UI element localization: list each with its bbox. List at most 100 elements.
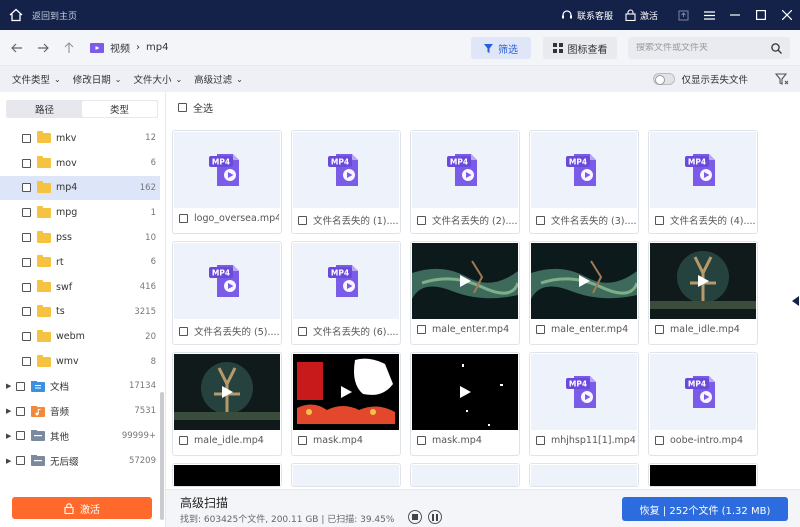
checkbox[interactable] (22, 158, 31, 168)
clear-filter-icon[interactable] (774, 71, 790, 87)
file-card[interactable]: MP4 文件名丢失的 (4).... (648, 130, 758, 234)
breadcrumb-current[interactable]: mp4 (146, 42, 168, 53)
breadcrumb-root[interactable]: 视频 (110, 40, 130, 55)
file-card[interactable]: mask.mp4 (410, 352, 520, 456)
file-checkbox[interactable] (298, 215, 307, 225)
maximize-icon[interactable] (748, 0, 774, 30)
file-checkbox[interactable] (536, 436, 545, 445)
file-card[interactable]: MP4 文件名丢失的 (3).... (529, 130, 639, 234)
file-checkbox[interactable] (417, 215, 426, 225)
file-card[interactable]: MP4 文件名丢失的 (2).... (410, 130, 520, 234)
search-input[interactable] (636, 43, 766, 53)
expand-triangle-icon[interactable]: ▶ (6, 457, 14, 465)
minimize-icon[interactable] (722, 0, 748, 30)
activate-top-button[interactable]: 激活 (625, 9, 658, 22)
tree-item-swf[interactable]: swf 416 (0, 275, 160, 300)
file-card[interactable]: MP4 oobe-intro.mp4 (648, 352, 758, 456)
back-arrow-icon[interactable] (4, 30, 30, 66)
activate-button[interactable]: 激活 (12, 497, 152, 519)
tree-group-other[interactable]: ▶ 其他 99999+ (0, 424, 160, 449)
checkbox[interactable] (16, 456, 25, 466)
file-card[interactable]: MP4 文件名丢失的 (6).... (291, 241, 401, 345)
file-card[interactable]: male_enter.mp4 (529, 241, 639, 345)
expand-triangle-icon[interactable]: ▶ (6, 382, 14, 390)
up-arrow-icon[interactable] (56, 30, 82, 66)
file-checkbox[interactable] (536, 215, 545, 225)
file-card[interactable] (291, 463, 401, 487)
tab-type[interactable]: 类型 (82, 101, 157, 117)
tree-item-mov[interactable]: mov 6 (0, 151, 160, 176)
tree-item-rt[interactable]: rt 6 (0, 250, 160, 275)
file-checkbox[interactable] (298, 436, 307, 445)
modified-date-dropdown[interactable]: 修改日期 ⌄ (73, 72, 122, 87)
file-checkbox[interactable] (655, 215, 664, 225)
file-card[interactable]: male_idle.mp4 (648, 241, 758, 345)
home-icon[interactable] (0, 0, 32, 30)
file-checkbox[interactable] (179, 436, 188, 445)
tree-item-wmv[interactable]: wmv 8 (0, 349, 160, 374)
checkbox[interactable] (16, 406, 25, 416)
select-all-checkbox[interactable] (178, 103, 187, 112)
advanced-filter-dropdown[interactable]: 高级过滤 ⌄ (194, 72, 243, 87)
checkbox[interactable] (22, 208, 31, 218)
tab-path[interactable]: 路径 (7, 101, 82, 117)
file-card[interactable] (172, 463, 282, 487)
file-checkbox[interactable] (655, 325, 664, 334)
file-card[interactable] (410, 463, 520, 487)
file-checkbox[interactable] (298, 326, 307, 336)
tree-item-mkv[interactable]: mkv 12 (0, 126, 160, 151)
file-checkbox[interactable] (179, 326, 188, 336)
checkbox[interactable] (16, 431, 25, 441)
forward-arrow-icon[interactable] (30, 30, 56, 66)
file-checkbox[interactable] (417, 325, 426, 334)
tree-group-documents[interactable]: ▶ 文档 17134 (0, 374, 160, 399)
checkbox[interactable] (22, 233, 31, 243)
close-icon[interactable] (774, 0, 800, 30)
tree-group-no-extension[interactable]: ▶ 无后缀 57209 (0, 448, 160, 473)
file-checkbox[interactable] (179, 214, 188, 223)
file-card[interactable] (529, 463, 639, 487)
checkbox[interactable] (22, 357, 31, 367)
collapse-panel-arrow-icon[interactable] (792, 296, 799, 306)
export-icon[interactable] (670, 0, 696, 30)
file-checkbox[interactable] (536, 325, 545, 334)
pause-scan-icon[interactable] (428, 510, 442, 524)
file-type-dropdown[interactable]: 文件类型 ⌄ (12, 72, 61, 87)
expand-triangle-icon[interactable]: ▶ (6, 407, 14, 415)
file-checkbox[interactable] (655, 436, 664, 445)
sidebar-scrollbar[interactable] (160, 392, 164, 520)
select-all[interactable]: 全选 (178, 100, 213, 115)
file-checkbox[interactable] (417, 436, 426, 445)
checkbox[interactable] (16, 381, 25, 391)
menu-icon[interactable] (696, 0, 722, 30)
checkbox[interactable] (22, 257, 31, 267)
tree-item-pss[interactable]: pss 10 (0, 225, 160, 250)
file-card[interactable] (648, 463, 758, 487)
icon-view-button[interactable]: 图标查看 (543, 37, 617, 59)
file-card[interactable]: MP4 文件名丢失的 (1).... (291, 130, 401, 234)
checkbox[interactable] (22, 307, 31, 317)
checkbox[interactable] (22, 133, 31, 143)
file-card[interactable]: male_enter.mp4 (410, 241, 520, 345)
contact-support-button[interactable]: 联系客服 (561, 9, 613, 22)
tree-item-mp4[interactable]: mp4 162 (0, 175, 160, 201)
file-size-dropdown[interactable]: 文件大小 ⌄ (133, 72, 182, 87)
checkbox[interactable] (22, 282, 31, 292)
checkbox[interactable] (22, 183, 31, 193)
filter-button[interactable]: 筛选 (471, 37, 531, 59)
tree-group-audio[interactable]: ▶ 音频 7531 (0, 399, 160, 424)
file-card[interactable]: MP4 mhjhsp11[1].mp4 (529, 352, 639, 456)
file-card[interactable]: male_idle.mp4 (172, 352, 282, 456)
tree-item-ts[interactable]: ts 3215 (0, 300, 160, 325)
back-home-link[interactable]: 返回到主页 (32, 9, 77, 22)
expand-triangle-icon[interactable]: ▶ (6, 432, 14, 440)
only-lost-toggle[interactable] (653, 73, 676, 85)
recover-button[interactable]: 恢复 | 252个文件 (1.32 MB) (622, 497, 788, 521)
stop-scan-icon[interactable] (408, 510, 422, 524)
tree-item-mpg[interactable]: mpg 1 (0, 200, 160, 225)
file-card[interactable]: MP4 logo_oversea.mp4 (172, 130, 282, 234)
checkbox[interactable] (22, 332, 31, 342)
file-card[interactable]: MP4 文件名丢失的 (5).... (172, 241, 282, 345)
file-card[interactable]: mask.mp4 (291, 352, 401, 456)
search-icon[interactable] (771, 42, 782, 54)
